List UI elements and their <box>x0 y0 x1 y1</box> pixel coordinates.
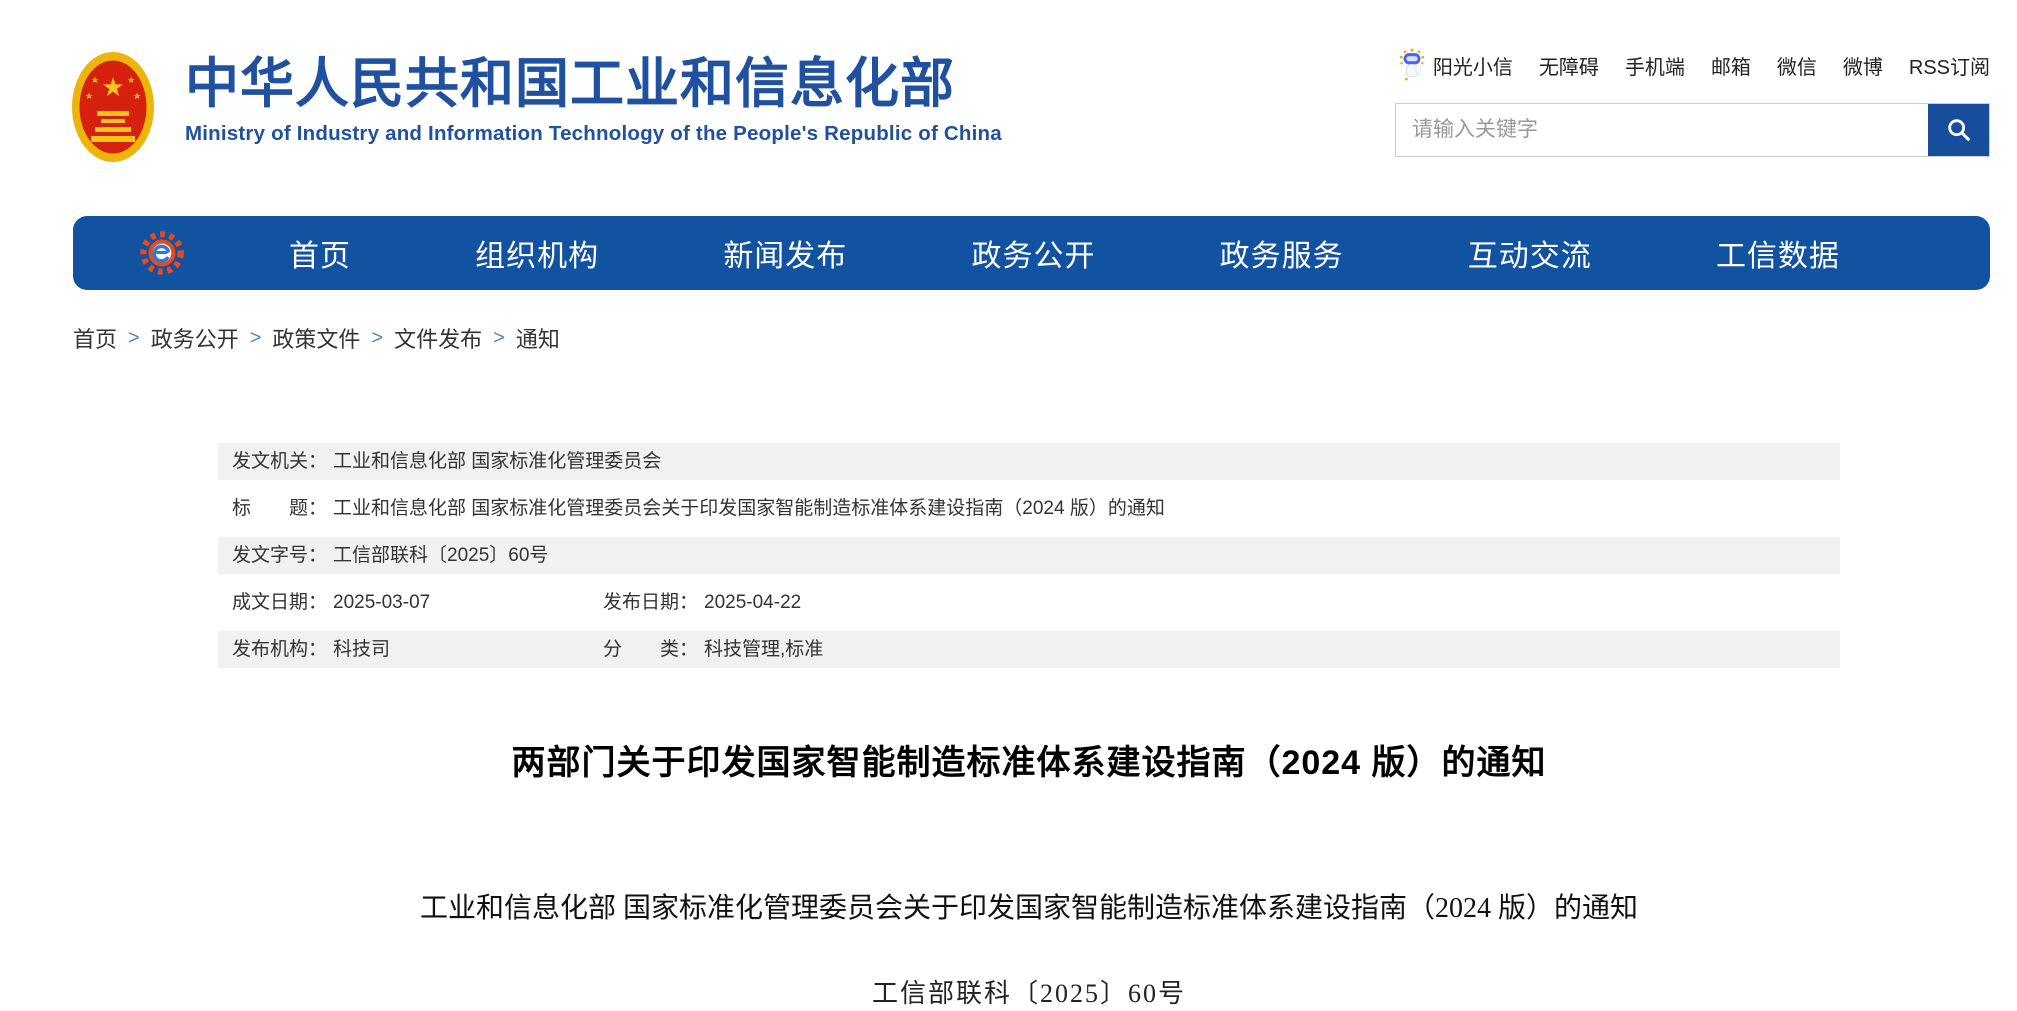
quick-link-mobile[interactable]: 手机端 <box>1625 51 1685 80</box>
breadcrumb-home[interactable]: 首页 <box>73 322 117 354</box>
meta-row-dates: 成文日期：2025-03-07 发布日期：2025-04-22 <box>218 584 1840 621</box>
quick-link-accessibility[interactable]: 无障碍 <box>1539 51 1599 80</box>
meta-row-issuing-agency: 发文机关：工业和信息化部 国家标准化管理委员会 <box>218 443 1840 480</box>
nav-items: 首页 组织机构 新闻发布 政务公开 政务服务 互动交流 工信数据 <box>289 231 1840 275</box>
site-header: ★ ★ ★ ★ ★ 中华人民共和国工业和信息化部 Ministry of Ind… <box>0 0 2017 216</box>
meta-row-doc-number: 发文字号：工信部联科〔2025〕60号 <box>218 537 1840 574</box>
site-search <box>1395 103 1990 157</box>
nav-item-miit-data[interactable]: 工信数据 <box>1716 231 1840 275</box>
quick-link-sunshine-assistant[interactable]: 阳光小信 <box>1397 48 1513 82</box>
breadcrumb-document-release[interactable]: 文件发布 <box>394 322 482 354</box>
site-subtitle: Ministry of Industry and Information Tec… <box>185 122 1002 146</box>
quick-link-wechat[interactable]: 微信 <box>1777 51 1817 80</box>
nav-item-news[interactable]: 新闻发布 <box>723 231 847 275</box>
breadcrumb-policy-documents[interactable]: 政策文件 <box>272 322 360 354</box>
nav-item-organization[interactable]: 组织机构 <box>475 231 599 275</box>
breadcrumb-notice[interactable]: 通知 <box>516 322 560 354</box>
robot-icon <box>1397 48 1427 82</box>
svg-text:★: ★ <box>91 75 99 85</box>
article-doc-number: 工信部联科〔2025〕60号 <box>218 973 1840 1010</box>
search-input[interactable] <box>1396 104 1928 156</box>
nav-item-gov-disclosure[interactable]: 政务公开 <box>971 231 1095 275</box>
nav-item-gov-services[interactable]: 政务服务 <box>1220 231 1344 275</box>
search-button[interactable] <box>1928 104 1989 156</box>
breadcrumb-separator: > <box>493 327 505 350</box>
nav-item-interaction[interactable]: 互动交流 <box>1468 231 1592 275</box>
quick-links-bar: 阳光小信 无障碍 手机端 邮箱 微信 微博 RSS订阅 <box>1397 48 1990 82</box>
main-nav: 首页 组织机构 新闻发布 政务公开 政务服务 互动交流 工信数据 <box>73 216 1990 290</box>
document-content: 发文机关：工业和信息化部 国家标准化管理委员会 标 题：工业和信息化部 国家标准… <box>218 443 1840 1010</box>
quick-link-rss[interactable]: RSS订阅 <box>1909 51 1990 80</box>
article-subtitle: 工业和信息化部 国家标准化管理委员会关于印发国家智能制造标准体系建设指南（202… <box>218 886 1840 926</box>
svg-text:★: ★ <box>101 72 124 102</box>
search-icon <box>1945 116 1973 144</box>
national-emblem-icon: ★ ★ ★ ★ ★ <box>71 51 155 163</box>
article-title: 两部门关于印发国家智能制造标准体系建设指南（2024 版）的通知 <box>218 735 1840 784</box>
quick-link-label: 阳光小信 <box>1433 51 1513 80</box>
breadcrumb-separator: > <box>371 327 383 350</box>
meta-row-title: 标 题：工业和信息化部 国家标准化管理委员会关于印发国家智能制造标准体系建设指南… <box>218 490 1840 527</box>
svg-text:★: ★ <box>85 91 93 101</box>
quick-link-mail[interactable]: 邮箱 <box>1711 51 1751 80</box>
site-brand-link[interactable]: 中华人民共和国工业和信息化部 Ministry of Industry and … <box>185 56 1002 146</box>
svg-text:★: ★ <box>127 75 135 85</box>
nav-item-home[interactable]: 首页 <box>289 231 351 275</box>
quick-link-weibo[interactable]: 微博 <box>1843 51 1883 80</box>
breadcrumb-separator: > <box>128 327 140 350</box>
svg-text:★: ★ <box>133 91 141 101</box>
breadcrumb-gov-disclosure[interactable]: 政务公开 <box>151 322 239 354</box>
miit-gear-logo-icon <box>135 226 189 280</box>
breadcrumb-separator: > <box>250 327 262 350</box>
meta-row-publisher-category: 发布机构：科技司 分 类：科技管理,标准 <box>218 631 1840 668</box>
site-title: 中华人民共和国工业和信息化部 <box>185 56 1002 113</box>
breadcrumb: 首页 > 政务公开 > 政策文件 > 文件发布 > 通知 <box>73 322 560 354</box>
